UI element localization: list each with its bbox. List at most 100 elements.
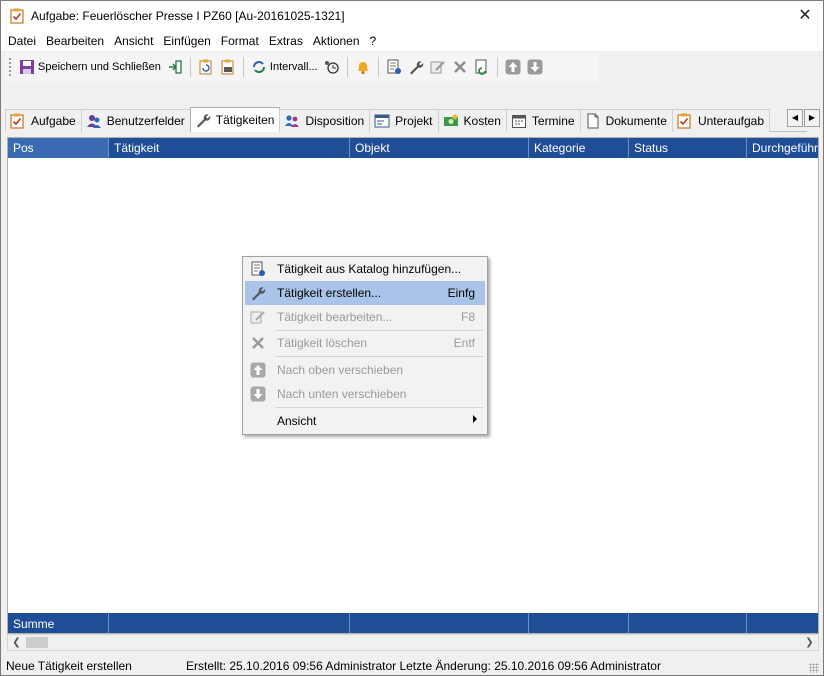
toolbar-separator (496, 57, 498, 77)
menu-einfuegen[interactable]: Einfügen (158, 31, 215, 51)
scroll-thumb[interactable] (26, 637, 48, 648)
users-icon (86, 113, 102, 129)
tab-scroll-right-button[interactable]: ▶ (804, 109, 820, 127)
tab-label: Dokumente (605, 114, 667, 128)
interval-label: Intervall... (269, 61, 318, 73)
menu-extras[interactable]: Extras (264, 31, 308, 51)
delete-activity-button[interactable] (449, 55, 471, 79)
task-refresh-button[interactable] (195, 55, 217, 79)
reminder-button[interactable] (352, 55, 374, 79)
menu-help[interactable]: ? (365, 31, 382, 51)
tab-taetigkeiten[interactable]: Tätigkeiten (189, 107, 281, 132)
column-header-pos[interactable]: Pos (8, 138, 109, 158)
tab-label: Termine (531, 114, 575, 128)
window-title: Aufgabe: Feuerlöscher Presse I PZ60 [Au-… (31, 9, 345, 23)
edit-icon (250, 309, 266, 325)
resize-grip[interactable] (809, 663, 819, 673)
menu-bar: Datei Bearbeiten Ansicht Einfügen Format… (1, 31, 823, 51)
menu-ansicht[interactable]: Ansicht (109, 31, 158, 51)
tab-disposition[interactable]: Disposition (279, 109, 371, 132)
menu-item-label: Ansicht (277, 414, 317, 428)
tab-dokumente[interactable]: Dokumente (579, 109, 673, 132)
scroll-left-button[interactable]: ❮ (8, 635, 25, 650)
menu-item-edit-activity[interactable]: Tätigkeit bearbeiten... F8 (245, 305, 485, 329)
menu-item-label: Tätigkeit aus Katalog hinzufügen... (277, 262, 462, 276)
save-close-button[interactable]: Speichern und Schließen (16, 55, 164, 79)
tab-label: Kosten (463, 114, 501, 128)
delete-x-icon (250, 335, 266, 351)
task-check-icon (10, 113, 26, 129)
schedule-button[interactable] (321, 55, 343, 79)
tab-aufgabe[interactable]: Aufgabe (5, 109, 82, 132)
tab-label: Aufgabe (31, 114, 76, 128)
horizontal-scrollbar[interactable]: ❮ ❯ (7, 634, 819, 651)
submenu-arrow-icon (473, 415, 477, 423)
tab-kosten[interactable]: Kosten (437, 109, 507, 132)
subtask-icon (677, 113, 693, 129)
sync-document-icon (474, 59, 490, 75)
save-icon (19, 59, 35, 75)
column-header-status[interactable]: Status (629, 138, 747, 158)
task-check-icon (10, 8, 24, 27)
tab-unteraufgaben[interactable]: Unteraufgab (671, 109, 770, 132)
summary-cell (109, 613, 350, 633)
status-created-modified: Erstellt: 25.10.2016 09:56 Administrator… (186, 659, 661, 673)
save-close-label: Speichern und Schließen (38, 61, 161, 73)
move-down-button[interactable] (524, 55, 546, 79)
menu-bearbeiten[interactable]: Bearbeiten (41, 31, 109, 51)
catalog-add-icon (386, 59, 402, 75)
toolbar-grip[interactable] (9, 58, 12, 76)
move-up-button[interactable] (502, 55, 524, 79)
close-button[interactable]: ✕ (793, 5, 817, 27)
menu-aktionen[interactable]: Aktionen (308, 31, 365, 51)
menu-separator (275, 407, 483, 408)
arrow-up-icon (250, 362, 266, 378)
menu-item-label: Tätigkeit erstellen... (277, 286, 382, 300)
menu-item-view[interactable]: Ansicht (245, 409, 485, 433)
tab-label: Unteraufgab (697, 114, 764, 128)
status-bar: Neue Tätigkeit erstellen Erstellt: 25.10… (1, 657, 823, 675)
tab-projekt[interactable]: Projekt (369, 109, 439, 132)
menu-format[interactable]: Format (216, 31, 264, 51)
interval-icon (251, 59, 267, 75)
menu-datei[interactable]: Datei (3, 31, 41, 51)
exit-button[interactable] (164, 55, 186, 79)
menu-item-delete-activity[interactable]: Tätigkeit löschen Entf (245, 331, 485, 355)
catalog-add-icon (250, 261, 266, 277)
tab-termine[interactable]: Termine (505, 109, 581, 132)
toolbar-separator (189, 57, 191, 77)
menu-item-label: Nach oben verschieben (277, 363, 404, 377)
create-activity-button[interactable] (405, 55, 427, 79)
menu-item-move-up[interactable]: Nach oben verschieben (245, 358, 485, 382)
column-header-kategorie[interactable]: Kategorie (529, 138, 629, 158)
interval-button[interactable]: Intervall... (248, 55, 321, 79)
column-header-objekt[interactable]: Objekt (350, 138, 529, 158)
summary-cell (350, 613, 529, 633)
project-icon (374, 113, 390, 129)
summary-cell (529, 613, 629, 633)
task-print-icon (220, 59, 236, 75)
sync-document-button[interactable] (471, 55, 493, 79)
delete-x-icon (452, 59, 468, 75)
column-header-durchgefuehrt[interactable]: Durchgeführ (747, 138, 818, 158)
money-icon (443, 113, 459, 129)
toolbar: Speichern und Schließen Intervall... (5, 53, 599, 81)
task-refresh-icon (198, 59, 214, 75)
task-print-button[interactable] (217, 55, 239, 79)
column-header-taetigkeit[interactable]: Tätigkeit (109, 138, 350, 158)
menu-item-create-activity[interactable]: Tätigkeit erstellen... Einfg (245, 281, 485, 305)
tab-benutzerfelder[interactable]: Benutzerfelder (80, 109, 191, 132)
menu-item-add-from-catalog[interactable]: Tätigkeit aus Katalog hinzufügen... (245, 257, 485, 281)
tab-label: Disposition (305, 114, 365, 128)
menu-item-label: Tätigkeit löschen (277, 336, 368, 350)
exit-icon (167, 59, 183, 75)
edit-activity-button[interactable] (427, 55, 449, 79)
menu-separator (275, 356, 483, 357)
menu-item-label: Nach unten verschieben (277, 387, 407, 401)
tab-label: Tätigkeiten (215, 113, 275, 127)
tab-scroll-left-button[interactable]: ◀ (787, 109, 803, 127)
scroll-right-button[interactable]: ❯ (801, 635, 818, 650)
menu-item-move-down[interactable]: Nach unten verschieben (245, 382, 485, 406)
disposition-icon (284, 113, 300, 129)
catalog-add-button[interactable] (383, 55, 405, 79)
